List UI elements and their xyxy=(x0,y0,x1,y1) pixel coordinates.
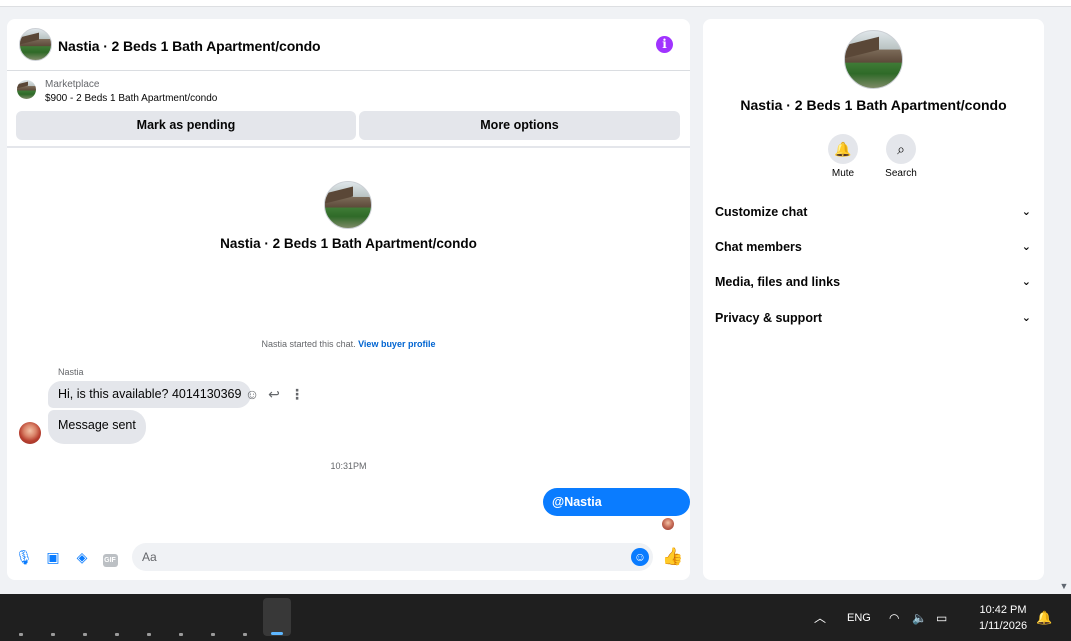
taskbar-app-indicator[interactable] xyxy=(51,633,55,636)
chevron-down-icon: ⌄ xyxy=(1021,276,1031,288)
volume-icon[interactable]: 🔈 xyxy=(912,610,927,626)
taskbar-app-indicator[interactable] xyxy=(211,633,215,636)
reply-icon[interactable]: ↩ xyxy=(266,385,282,403)
marketplace-bar: Marketplace $900 - 2 Beds 1 Bath Apartme… xyxy=(7,72,690,148)
react-emoji-icon[interactable]: ☺ xyxy=(244,385,260,403)
scroll-down-arrow-icon[interactable]: ▼ xyxy=(1058,580,1070,592)
intro-name: Nastia · 2 Beds 1 Bath Apartment/condo xyxy=(220,236,477,251)
photo-icon[interactable]: ▣ xyxy=(44,548,62,566)
listing-title[interactable]: $900 - 2 Beds 1 Bath Apartment/condo xyxy=(45,93,217,104)
chat-panel: Nastia · 2 Beds 1 Bath Apartment/condo i… xyxy=(7,19,690,580)
marketplace-label: Marketplace xyxy=(45,79,100,90)
taskbar: ︿ ENG ◠ 🔈 ▭ 10:42 PM 1/11/2026 🔔 xyxy=(0,594,1071,641)
search-label: Search xyxy=(885,168,917,179)
message-bubble[interactable]: Message sent xyxy=(48,410,146,444)
notification-bell-icon[interactable]: 🔔 xyxy=(1036,610,1052,626)
mute-label: Mute xyxy=(831,168,855,179)
intro-avatar xyxy=(324,181,372,229)
started-text: Nastia started this chat. xyxy=(261,339,356,349)
chat-info-panel: Nastia · 2 Beds 1 Bath Apartment/condo 🔔… xyxy=(703,19,1044,580)
search-icon: ⌕ xyxy=(886,134,916,164)
language-indicator[interactable]: ENG xyxy=(847,610,871,626)
taskbar-app-indicator[interactable] xyxy=(19,633,23,636)
taskbar-app-indicator[interactable] xyxy=(83,633,87,636)
section-label: Privacy & support xyxy=(715,311,822,325)
battery-icon[interactable]: ▭ xyxy=(936,610,947,626)
chat-started-notice: Nastia started this chat. View buyer pro… xyxy=(7,339,690,349)
section-label: Media, files and links xyxy=(715,275,841,289)
microphone-icon[interactable]: 🎙 xyxy=(15,548,33,566)
gif-icon[interactable]: GIF xyxy=(101,548,119,567)
privacy-support-section[interactable]: Privacy & support ⌄ xyxy=(715,307,1033,329)
clock-time: 10:42 PM xyxy=(979,604,1027,616)
section-label: Customize chat xyxy=(715,205,808,219)
chevron-down-icon: ⌄ xyxy=(1021,241,1031,253)
taskbar-app-indicator[interactable] xyxy=(179,633,183,636)
taskbar-app-indicator[interactable] xyxy=(243,633,247,636)
seen-avatar xyxy=(662,518,674,530)
chevron-down-icon: ⌄ xyxy=(1021,206,1031,218)
more-actions-icon[interactable]: ⋮ xyxy=(289,385,305,403)
mark-as-pending-button[interactable]: Mark as pending xyxy=(16,111,356,140)
browser-top-strip xyxy=(0,0,1071,7)
thumbs-up-icon[interactable]: 👍 xyxy=(662,547,683,567)
message-input[interactable] xyxy=(132,543,653,571)
taskbar-active-app[interactable] xyxy=(263,598,291,636)
bell-icon: 🔔 xyxy=(828,134,858,164)
sender-name: Nastia xyxy=(58,367,84,377)
chat-members-section[interactable]: Chat members ⌄ xyxy=(715,236,1033,258)
message-bubble[interactable]: Hi, is this available? 4014130369 xyxy=(48,381,252,408)
clock-date: 1/11/2026 xyxy=(978,620,1028,632)
customize-chat-section[interactable]: Customize chat ⌄ xyxy=(715,201,1033,223)
sender-avatar[interactable] xyxy=(19,422,41,444)
sticker-icon[interactable]: ◈ xyxy=(73,548,91,566)
mute-button[interactable]: 🔔 Mute xyxy=(818,134,868,179)
listing-thumbnail[interactable] xyxy=(17,80,36,99)
taskbar-app-indicator[interactable] xyxy=(115,633,119,636)
wifi-icon[interactable]: ◠ xyxy=(889,610,899,626)
info-icon[interactable]: i xyxy=(656,36,673,53)
media-files-links-section[interactable]: Media, files and links ⌄ xyxy=(715,271,1033,293)
chat-header: Nastia · 2 Beds 1 Bath Apartment/condo i xyxy=(7,19,690,71)
taskbar-app-indicator[interactable] xyxy=(147,633,151,636)
chevron-up-icon[interactable]: ︿ xyxy=(814,610,826,626)
outgoing-message-text: Thanks xyxy=(590,523,632,537)
chevron-down-icon: ⌄ xyxy=(1021,312,1031,324)
view-buyer-profile-link[interactable]: View buyer profile xyxy=(358,339,435,349)
search-button[interactable]: ⌕ Search xyxy=(876,134,926,179)
more-options-button[interactable]: More options xyxy=(359,111,680,140)
chat-title[interactable]: Nastia · 2 Beds 1 Bath Apartment/condo xyxy=(58,38,321,54)
emoji-icon[interactable]: ☺ xyxy=(631,548,649,566)
outgoing-message-bubble[interactable]: @Nastia BundyThanks xyxy=(543,488,690,537)
profile-name: Nastia · 2 Beds 1 Bath Apartment/condo xyxy=(740,97,1007,113)
message-timestamp: 10:31PM xyxy=(330,461,367,471)
chat-avatar[interactable] xyxy=(19,28,52,61)
profile-avatar[interactable] xyxy=(844,30,903,89)
section-label: Chat members xyxy=(715,240,802,254)
clock[interactable]: 10:42 PM 1/11/2026 xyxy=(964,602,1042,634)
